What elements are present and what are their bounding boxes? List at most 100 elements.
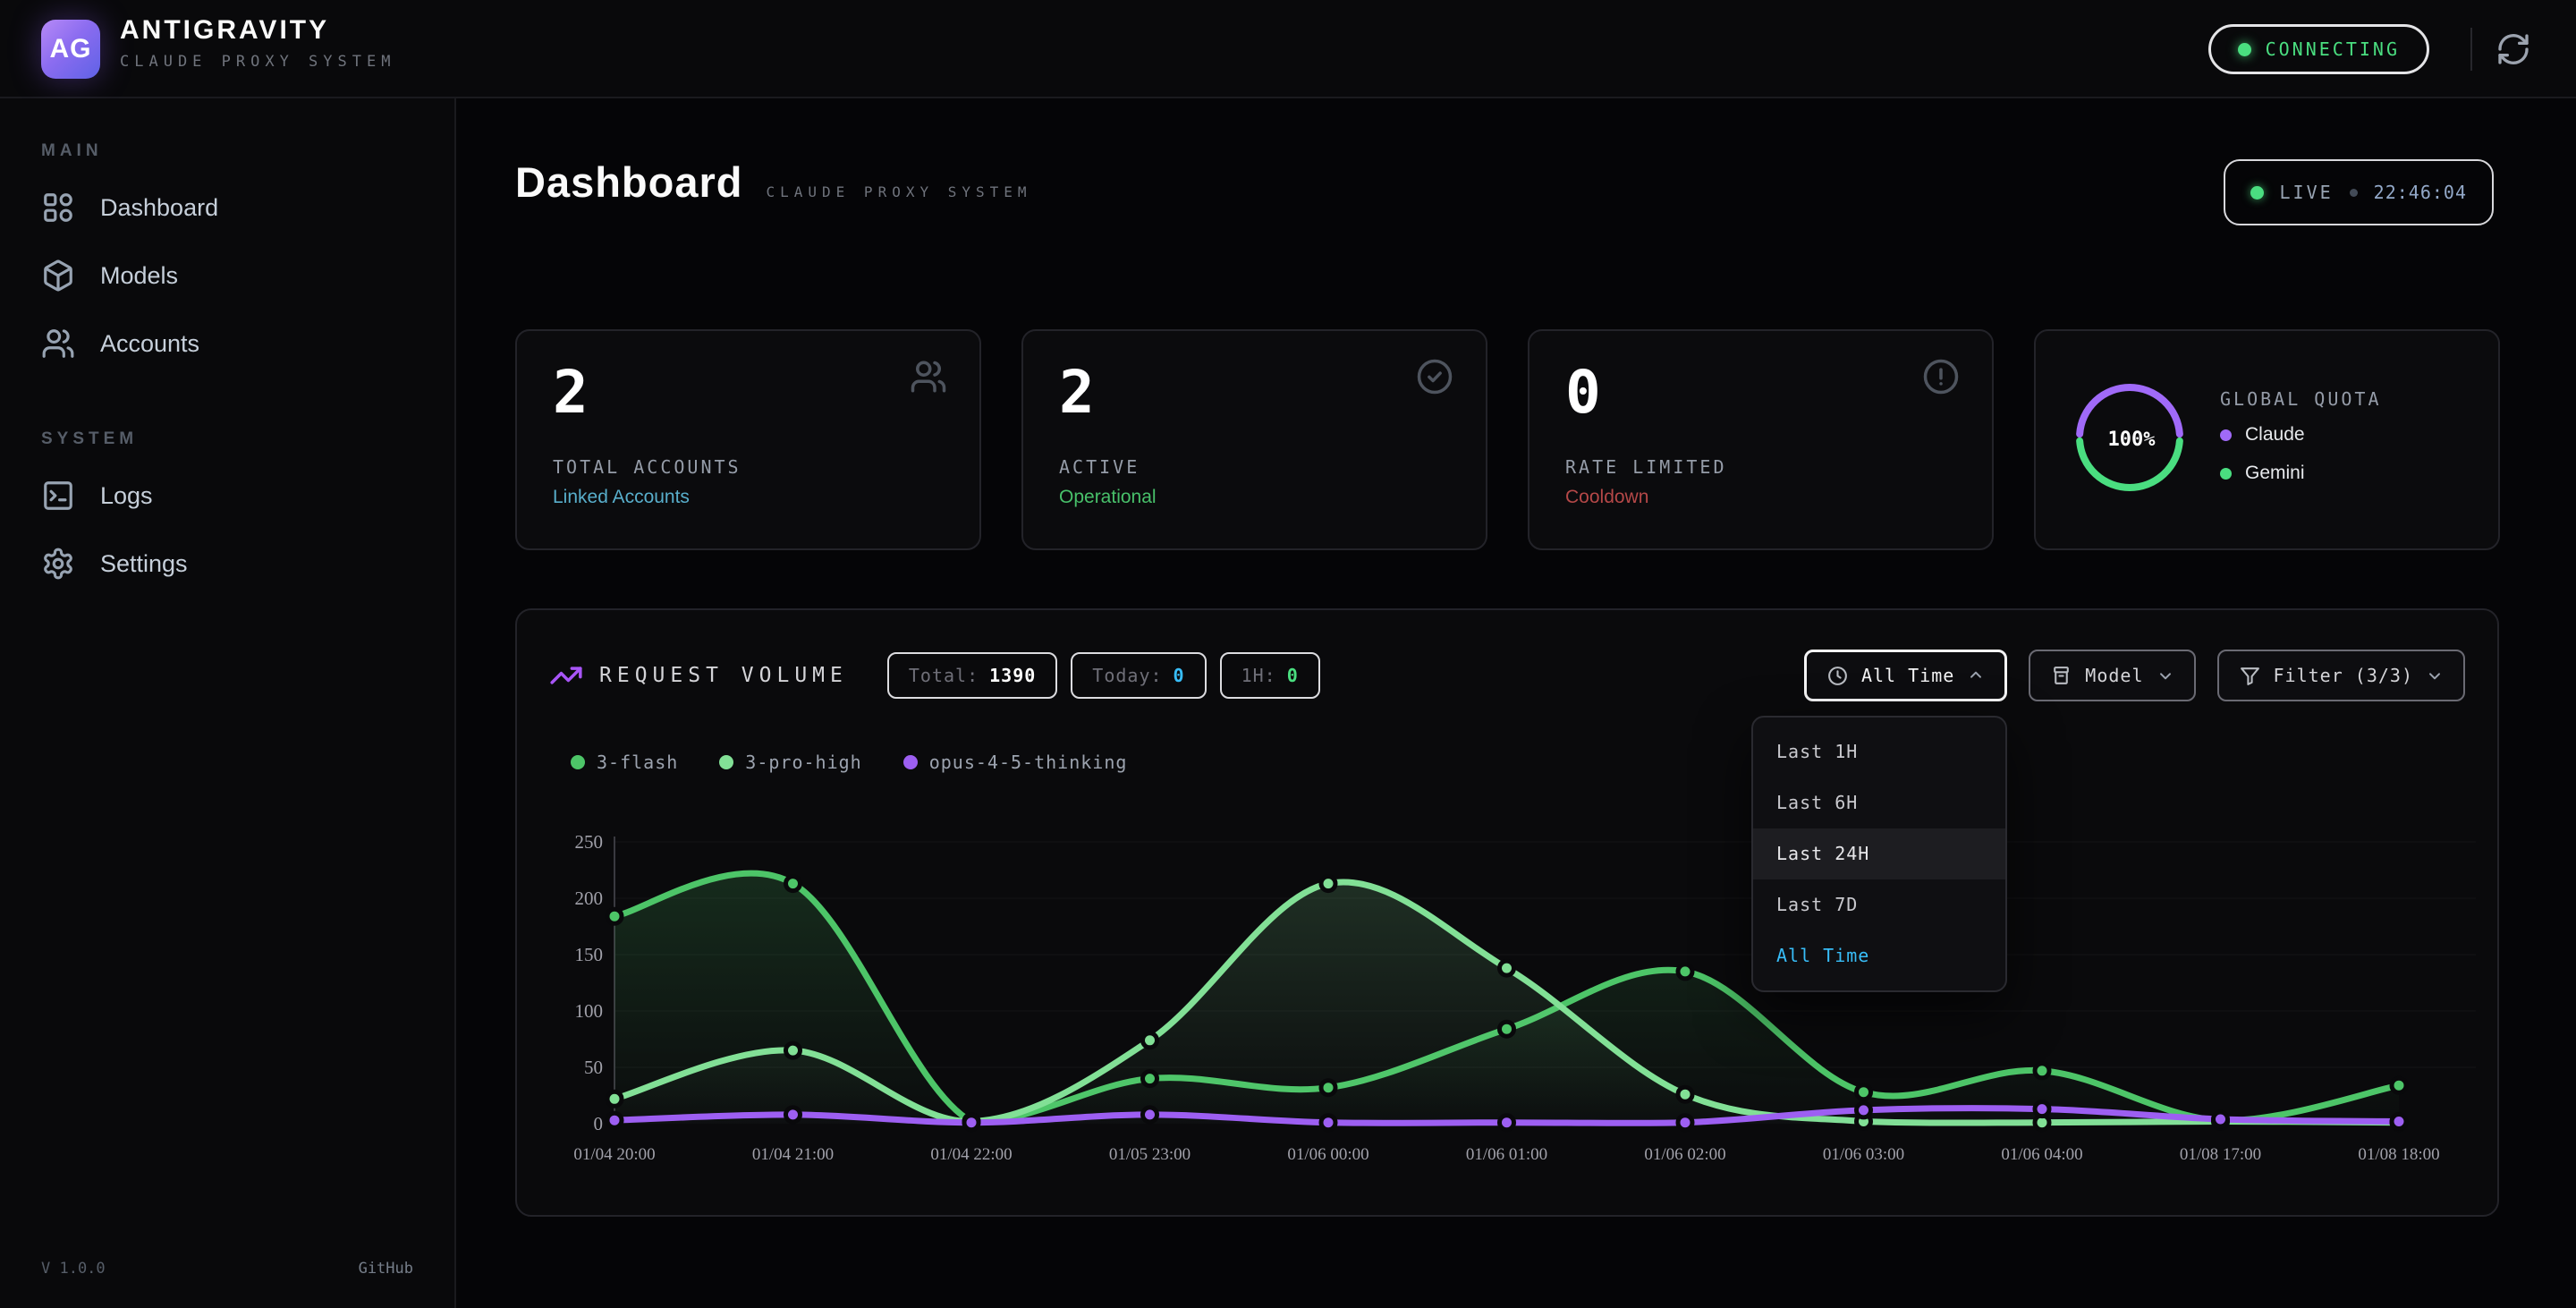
quota-provider-gemini: Gemini — [2220, 463, 2305, 484]
sidebar-item-label: Models — [100, 262, 178, 290]
chart-title: REQUEST VOLUME — [599, 664, 848, 687]
page-subtitle: CLAUDE PROXY SYSTEM — [767, 183, 1032, 200]
alert-circle-icon — [1922, 358, 1960, 395]
trending-up-icon — [549, 658, 583, 692]
svg-text:01/05 23:00: 01/05 23:00 — [1109, 1145, 1191, 1164]
app-titles: ANTIGRAVITY CLAUDE PROXY SYSTEM — [120, 15, 395, 71]
stat-sublabel: Operational — [1059, 487, 1157, 508]
legend-label: 3-pro-high — [745, 752, 861, 773]
nav-section-label-main: MAIN — [41, 141, 454, 161]
page-header: Dashboard CLAUDE PROXY SYSTEM — [515, 157, 1032, 207]
users-icon — [910, 358, 947, 395]
svg-text:01/06 04:00: 01/06 04:00 — [2001, 1145, 2082, 1164]
legend-item-3-flash[interactable]: 3-flash — [571, 752, 678, 773]
quota-provider-claude: Claude — [2220, 424, 2305, 446]
legend-dot — [571, 755, 585, 769]
provider-name: Gemini — [2245, 463, 2305, 484]
sidebar-item-label: Accounts — [100, 330, 199, 358]
live-separator-dot — [2350, 189, 2358, 197]
stat-card-total-accounts: 2 TOTAL ACCOUNTS Linked Accounts — [515, 329, 981, 550]
connection-status-text: CONNECTING — [2266, 38, 2400, 60]
stat-label: RATE LIMITED — [1565, 456, 1727, 478]
svg-text:01/08 17:00: 01/08 17:00 — [2180, 1145, 2261, 1164]
chevron-down-icon — [2157, 667, 2174, 684]
check-circle-icon — [1416, 358, 1453, 395]
legend-item-3-pro-high[interactable]: 3-pro-high — [719, 752, 861, 773]
chevron-down-icon — [2426, 667, 2444, 684]
sidebar-item-logs[interactable]: Logs — [0, 462, 454, 530]
svg-text:01/08 18:00: 01/08 18:00 — [2358, 1145, 2439, 1164]
legend-label: opus-4-5-thinking — [929, 752, 1128, 773]
dropdown-item-last-24h[interactable]: Last 24H — [1753, 828, 2005, 879]
provider-name: Claude — [2245, 424, 2305, 446]
app-version: V 1.0.0 — [41, 1260, 106, 1278]
legend-item-opus-4-5-thinking[interactable]: opus-4-5-thinking — [903, 752, 1128, 773]
chart-header: REQUEST VOLUME Total: 1390 Today: 0 1H: … — [549, 648, 2465, 703]
app-subtitle: CLAUDE PROXY SYSTEM — [120, 53, 395, 71]
legend-label: 3-flash — [597, 752, 678, 773]
stat-value: 0 — [1565, 358, 1601, 427]
model-filter-button[interactable]: Model — [2029, 650, 2195, 701]
sidebar: MAINDashboardModelsAccountsSYSTEMLogsSet… — [0, 98, 456, 1308]
stat-value: 2 — [553, 358, 589, 427]
logs-icon — [41, 479, 75, 513]
svg-text:01/04 22:00: 01/04 22:00 — [930, 1145, 1012, 1164]
svg-text:250: 250 — [575, 831, 604, 853]
sidebar-item-models[interactable]: Models — [0, 242, 454, 310]
live-status-badge: LIVE 22:46:04 — [2224, 159, 2495, 225]
app-logo-text: AG — [50, 34, 92, 64]
sidebar-item-label: Settings — [100, 550, 188, 578]
funnel-icon — [2239, 665, 2261, 687]
dropdown-item-last-6h[interactable]: Last 6H — [1753, 777, 2005, 828]
svg-text:50: 50 — [584, 1057, 603, 1078]
topbar-divider — [2470, 28, 2472, 71]
stat-sublabel: Linked Accounts — [553, 487, 690, 508]
today-chip: Today: 0 — [1071, 652, 1206, 699]
total-chip: Total: 1390 — [887, 652, 1057, 699]
stat-card-global-quota: 100% GLOBAL QUOTA Claude Gemini — [2034, 329, 2500, 550]
legend-dot — [719, 755, 733, 769]
stat-label: TOTAL ACCOUNTS — [553, 456, 741, 478]
chevron-up-icon — [1967, 667, 1985, 684]
sidebar-item-label: Dashboard — [100, 194, 218, 222]
sidebar-item-accounts[interactable]: Accounts — [0, 310, 454, 378]
stat-label: ACTIVE — [1059, 456, 1140, 478]
quota-label: GLOBAL QUOTA — [2220, 388, 2382, 410]
svg-text:100: 100 — [575, 1000, 604, 1022]
page-title: Dashboard — [515, 157, 743, 207]
live-status-label: LIVE — [2280, 182, 2334, 203]
chart-legend: 3-flash 3-pro-high opus-4-5-thinking — [571, 752, 1127, 773]
accounts-icon — [41, 327, 75, 361]
time-range-button[interactable]: All Time — [1804, 650, 2007, 701]
connection-status-badge: CONNECTING — [2208, 24, 2429, 74]
svg-text:0: 0 — [594, 1113, 604, 1134]
claude-dot — [2220, 429, 2232, 441]
sidebar-item-settings[interactable]: Settings — [0, 530, 454, 598]
top-bar: AG ANTIGRAVITY CLAUDE PROXY SYSTEM CONNE… — [0, 0, 2576, 98]
dropdown-item-last-1h[interactable]: Last 1H — [1753, 726, 2005, 777]
stat-card-rate-limited: 0 RATE LIMITED Cooldown — [1528, 329, 1994, 550]
refresh-icon[interactable] — [2496, 31, 2531, 67]
dropdown-item-all-time[interactable]: All Time — [1753, 930, 2005, 981]
app-logo: AG — [41, 20, 100, 79]
stat-value: 2 — [1059, 358, 1095, 427]
dropdown-item-last-7d[interactable]: Last 7D — [1753, 879, 2005, 930]
sidebar-item-dashboard[interactable]: Dashboard — [0, 174, 454, 242]
settings-icon — [41, 547, 75, 581]
svg-text:01/06 01:00: 01/06 01:00 — [1466, 1145, 1547, 1164]
time-range-dropdown: Last 1HLast 6HLast 24HLast 7DAll Time — [1751, 716, 2007, 992]
stat-sublabel: Cooldown — [1565, 487, 1648, 508]
svg-text:150: 150 — [575, 944, 604, 965]
request-volume-card: REQUEST VOLUME Total: 1390 Today: 0 1H: … — [515, 608, 2499, 1217]
github-link[interactable]: GitHub — [359, 1260, 413, 1278]
live-status-dot — [2250, 186, 2264, 200]
filter-button[interactable]: Filter (3/3) — [2217, 650, 2466, 701]
svg-text:01/06 00:00: 01/06 00:00 — [1287, 1145, 1368, 1164]
chart-stat-chips: Total: 1390 Today: 0 1H: 0 — [887, 652, 1320, 699]
sidebar-item-label: Logs — [100, 482, 153, 510]
dashboard-icon — [41, 191, 75, 225]
box-icon — [2050, 665, 2072, 687]
chart-controls: All Time Model — [1804, 650, 2465, 701]
connection-status-dot — [2238, 43, 2251, 56]
app-title: ANTIGRAVITY — [120, 15, 395, 46]
